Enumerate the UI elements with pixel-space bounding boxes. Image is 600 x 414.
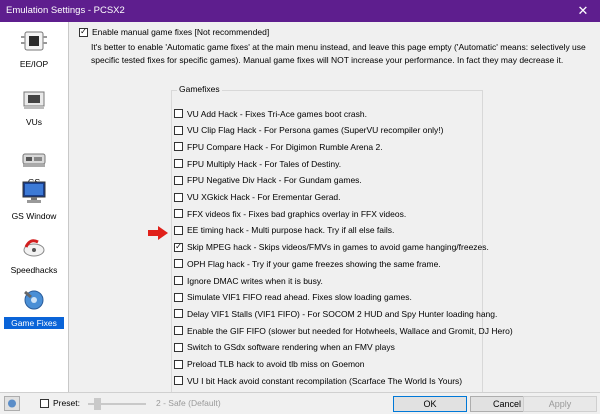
enable-manual-fixes-checkbox[interactable]: ✓ bbox=[79, 27, 88, 37]
gamefix-checkbox[interactable] bbox=[174, 159, 183, 169]
sidebar-item-game-fixes[interactable]: Game Fixes bbox=[4, 284, 64, 342]
gamefix-checkbox[interactable] bbox=[174, 359, 183, 369]
game-fixes-icon bbox=[24, 290, 44, 310]
sidebar-item-label: VUs bbox=[25, 117, 43, 127]
dialog-footer: Preset: 2 - Safe (Default) OK Cancel App… bbox=[0, 392, 600, 414]
gamefix-row[interactable]: VU Clip Flag Hack - For Persona games (S… bbox=[174, 123, 444, 138]
gamefix-row[interactable]: OPH Flag hack - Try if your game freezes… bbox=[174, 256, 441, 271]
gamefix-label: Enable the GIF FIFO (slower but needed f… bbox=[187, 325, 513, 336]
gamefix-checkbox[interactable] bbox=[174, 109, 183, 118]
enable-manual-fixes-label: Enable manual game fixes [Not recommende… bbox=[92, 27, 270, 37]
preset-label: Preset: bbox=[53, 398, 80, 408]
gamefix-row[interactable]: Simulate VIF1 FIFO read ahead. Fixes slo… bbox=[174, 290, 412, 305]
gamefix-row[interactable]: ✓ Skip MPEG hack - Skips videos/FMVs in g… bbox=[174, 240, 489, 255]
speedhacks-icon bbox=[23, 239, 45, 257]
gamefix-row[interactable]: VU Add Hack - Fixes Tri-Ace games boot c… bbox=[174, 106, 367, 121]
gamefix-label: Simulate VIF1 FIFO read ahead. Fixes slo… bbox=[187, 292, 412, 303]
gamefix-row[interactable]: Enable the GIF FIFO (slower but needed f… bbox=[174, 323, 513, 338]
gamefix-checkbox[interactable] bbox=[174, 225, 183, 235]
gamefix-checkbox[interactable]: ✓ bbox=[174, 242, 183, 252]
vu-icon bbox=[23, 91, 45, 109]
gamefix-label: VU Add Hack - Fixes Tri-Ace games boot c… bbox=[187, 108, 367, 119]
gamefix-row[interactable]: VU I bit Hack avoid constant recompilati… bbox=[174, 373, 462, 388]
sidebar-item-vus[interactable]: VUs bbox=[4, 84, 64, 142]
gamefix-row[interactable]: FPU Compare Hack - For Digimon Rumble Ar… bbox=[174, 139, 383, 154]
gamefix-row[interactable]: Ignore DMAC writes when it is busy. bbox=[174, 273, 323, 288]
gamefix-row[interactable]: Switch to GSdx software rendering when a… bbox=[174, 340, 395, 355]
gamefix-row[interactable]: Delay VIF1 Stalls (VIF1 FIFO) - For SOCO… bbox=[174, 306, 497, 321]
gamefix-label: VU XGkick Hack - For Erementar Gerad. bbox=[187, 192, 341, 202]
settings-icon[interactable] bbox=[4, 396, 20, 411]
settings-sidebar: EE/IOP VUs GS GS Window Speed bbox=[0, 22, 69, 392]
gamefix-row[interactable]: FFX videos fix - Fixes bad graphics over… bbox=[174, 206, 406, 221]
monitor-icon bbox=[22, 181, 46, 203]
sidebar-item-label: EE/IOP bbox=[19, 59, 49, 69]
sidebar-item-label: Speedhacks bbox=[10, 265, 58, 275]
apply-button[interactable]: Apply bbox=[523, 396, 597, 412]
gamefix-label: Ignore DMAC writes when it is busy. bbox=[187, 275, 323, 286]
gamefix-checkbox[interactable] bbox=[174, 209, 183, 219]
preset-slider-thumb[interactable] bbox=[94, 398, 101, 410]
gamefix-checkbox[interactable] bbox=[174, 142, 183, 152]
gamefixes-group: VU Add Hack - Fixes Tri-Ace games boot c… bbox=[171, 90, 513, 410]
preset-checkbox[interactable] bbox=[40, 399, 49, 408]
gamefix-row[interactable]: FPU Negative Div Hack - For Gundam games… bbox=[174, 173, 362, 188]
gamefix-label: FPU Multiply Hack - For Tales of Destiny… bbox=[187, 158, 342, 169]
sidebar-item-ee-iop[interactable]: EE/IOP bbox=[4, 26, 64, 84]
game-fixes-panel: ✓ Enable manual game fixes [Not recommen… bbox=[69, 22, 600, 410]
gamefix-row[interactable]: VU XGkick Hack - For Erementar Gerad. bbox=[174, 190, 341, 205]
sidebar-item-label: Game Fixes bbox=[4, 317, 64, 329]
gamefix-row[interactable]: Preload TLB hack to avoid tlb miss on Go… bbox=[174, 357, 365, 372]
enable-manual-fixes-row[interactable]: ✓ Enable manual game fixes [Not recommen… bbox=[79, 27, 269, 37]
gamefix-label: Delay VIF1 Stalls (VIF1 FIFO) - For SOCO… bbox=[187, 308, 498, 319]
gamefix-label: EE timing hack - Multi purpose hack. Try… bbox=[187, 225, 395, 236]
gamefix-checkbox[interactable] bbox=[174, 342, 183, 352]
gamefix-row[interactable]: FPU Multiply Hack - For Tales of Destiny… bbox=[174, 156, 341, 171]
gamefix-label: OPH Flag hack - Try if your game freezes… bbox=[187, 258, 441, 269]
sidebar-item-gs-window[interactable]: GS Window bbox=[4, 178, 64, 236]
gamefix-checkbox[interactable] bbox=[174, 175, 183, 185]
ok-button[interactable]: OK bbox=[393, 396, 467, 412]
title-bar: Emulation Settings - PCSX2 ✕ bbox=[0, 0, 600, 22]
preset-slider[interactable] bbox=[88, 398, 146, 410]
gamefix-label: FPU Compare Hack - For Digimon Rumble Ar… bbox=[187, 141, 383, 152]
red-arrow-icon bbox=[148, 226, 168, 240]
gamefix-checkbox[interactable] bbox=[174, 259, 183, 269]
gamefix-checkbox[interactable] bbox=[174, 309, 183, 319]
sidebar-item-speedhacks[interactable]: Speedhacks bbox=[4, 232, 64, 290]
gamefix-checkbox[interactable] bbox=[174, 292, 183, 302]
gs-icon bbox=[22, 153, 46, 167]
gamefix-label: VU Clip Flag Hack - For Persona games (S… bbox=[187, 125, 444, 136]
gamefix-checkbox[interactable] bbox=[174, 192, 183, 202]
gamefix-label: Skip MPEG hack - Skips videos/FMVs in ga… bbox=[187, 242, 489, 253]
gamefix-label: Switch to GSdx software rendering when a… bbox=[187, 342, 395, 353]
gamefix-label: Preload TLB hack to avoid tlb miss on Go… bbox=[187, 359, 365, 369]
gamefix-checkbox[interactable] bbox=[174, 326, 183, 336]
close-button[interactable]: ✕ bbox=[566, 0, 600, 22]
gamefix-checkbox[interactable] bbox=[174, 276, 183, 285]
gamefix-row[interactable]: EE timing hack - Multi purpose hack. Try… bbox=[174, 223, 394, 238]
gamefix-label: FPU Negative Div Hack - For Gundam games… bbox=[187, 175, 362, 186]
chip-icon bbox=[21, 31, 47, 51]
window-title: Emulation Settings - PCSX2 bbox=[6, 5, 125, 16]
gamefix-checkbox[interactable] bbox=[174, 376, 183, 386]
gamefix-checkbox[interactable] bbox=[174, 125, 183, 135]
preset-value: 2 - Safe (Default) bbox=[156, 398, 221, 408]
game-fixes-description: It's better to enable 'Automatic game fi… bbox=[91, 42, 586, 65]
sidebar-item-label: GS Window bbox=[11, 211, 57, 221]
gamefixes-group-title: Gamefixes bbox=[177, 84, 222, 94]
gamefix-label: VU I bit Hack avoid constant recompilati… bbox=[187, 375, 463, 386]
gamefix-label: FFX videos fix - Fixes bad graphics over… bbox=[187, 208, 407, 219]
